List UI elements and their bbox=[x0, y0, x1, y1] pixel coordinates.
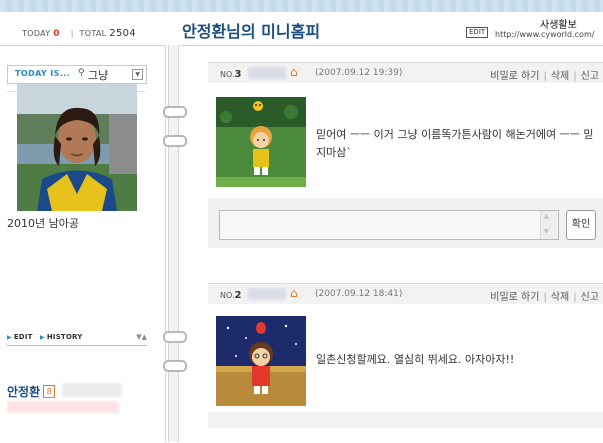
guestbook-entry-header: NO.2 ⌂ (2007.09.12 18:41) 비밀로 하기 | 삭제 | 신고 bbox=[208, 283, 603, 304]
edit-link-label: EDIT bbox=[13, 333, 33, 341]
scroll-up-icon[interactable]: ▲ bbox=[544, 213, 549, 220]
delete-link[interactable]: 삭제 bbox=[551, 71, 569, 82]
delete-link[interactable]: 삭제 bbox=[551, 292, 569, 303]
scallop-pattern bbox=[0, 0, 603, 12]
entry-number: NO.3 bbox=[220, 69, 241, 80]
make-private-link[interactable]: 비밀로 하기 bbox=[490, 292, 539, 303]
entry-date: (2007.09.12 18:41) bbox=[315, 289, 403, 299]
guestbook-message: 믿어여 ㅡㅡ 이거 그냥 이름똑가튼사람이 해논거에여 ㅡㅡ 믿지마삼` bbox=[316, 128, 594, 159]
profile-edit-row: ▶ EDIT ▶ HISTORY ▼▲ bbox=[7, 333, 147, 346]
lightbulb-icon: ⚲ bbox=[78, 68, 85, 78]
counter-separator: | bbox=[70, 29, 74, 38]
minime-avatar bbox=[216, 316, 306, 406]
home-icon[interactable]: ⌂ bbox=[290, 65, 298, 79]
home-icon[interactable]: ⌂ bbox=[290, 286, 298, 300]
reply-scrollbar[interactable]: ▲ ▼ bbox=[540, 211, 557, 239]
arrow-right-icon: ▶ bbox=[7, 334, 12, 341]
scroll-down-icon[interactable]: ▼ bbox=[544, 228, 549, 235]
guestbook-entry-header: NO.3 ⌂ (2007.09.12 19:39) 비밀로 하기 | 삭제 | 신고 bbox=[208, 62, 603, 83]
today-is-label: TODAY IS... bbox=[15, 69, 71, 78]
total-count: 2504 bbox=[109, 28, 136, 39]
report-link[interactable]: 신고 bbox=[581, 71, 599, 82]
male-icon: 8 bbox=[43, 385, 56, 398]
blurred-info bbox=[7, 401, 119, 413]
entry-no-label: NO. bbox=[220, 70, 235, 79]
entry-no-value: 3 bbox=[234, 69, 242, 80]
binder-spine bbox=[168, 45, 179, 442]
top-decoration-band bbox=[0, 0, 603, 12]
blurred-author bbox=[248, 288, 286, 300]
edit-link[interactable]: ▶ EDIT bbox=[7, 333, 33, 341]
total-label: TOTAL bbox=[79, 29, 107, 38]
today-mood-selector[interactable]: TODAY IS... ⚲ 그냥 ▼ bbox=[7, 65, 147, 84]
user-name-row: 안정환 8 bbox=[7, 381, 56, 400]
blurred-info bbox=[62, 383, 122, 397]
profile-caption: 2010년 남아공 bbox=[7, 217, 79, 230]
mood-value: 그냥 bbox=[88, 69, 109, 82]
entry-actions: 비밀로 하기 | 삭제 | 신고 bbox=[490, 292, 599, 303]
arrow-right-icon: ▶ bbox=[40, 334, 45, 341]
minime-avatar bbox=[216, 97, 306, 187]
entry-footer bbox=[208, 412, 603, 428]
entry-date: (2007.09.12 19:39) bbox=[315, 68, 403, 78]
visit-counter: TODAY 0 | TOTAL 2504 bbox=[22, 28, 136, 39]
history-link[interactable]: ▶ HISTORY bbox=[40, 333, 83, 341]
entry-actions: 비밀로 하기 | 삭제 | 신고 bbox=[490, 71, 599, 82]
guestbook-message: 일촌신청할께요. 열심히 뛰세요. 아자아자!! bbox=[316, 353, 515, 366]
reply-input[interactable] bbox=[219, 210, 559, 240]
homepage-url-link[interactable]: http://www.cyworld.com/ bbox=[495, 30, 603, 39]
history-link-label: HISTORY bbox=[46, 333, 83, 341]
confirm-button[interactable]: 확인 bbox=[566, 210, 596, 240]
entry-no-label: NO. bbox=[220, 291, 235, 300]
blurred-author bbox=[248, 67, 286, 79]
user-name[interactable]: 안정환 bbox=[7, 385, 40, 399]
today-count: 0 bbox=[53, 29, 60, 39]
owner-name[interactable]: 사생활보 bbox=[540, 16, 603, 31]
report-link[interactable]: 신고 bbox=[581, 292, 599, 303]
collapse-arrows-icon[interactable]: ▼▲ bbox=[136, 333, 147, 341]
today-label: TODAY bbox=[22, 29, 51, 38]
entry-no-value: 2 bbox=[234, 290, 242, 301]
make-private-link[interactable]: 비밀로 하기 bbox=[490, 71, 539, 82]
entry-number: NO.2 bbox=[220, 290, 241, 301]
page-title[interactable]: 안정환님의 미니홈피 bbox=[182, 18, 320, 42]
chevron-down-icon[interactable]: ▼ bbox=[132, 69, 143, 80]
edit-button[interactable]: EDIT bbox=[466, 27, 489, 38]
profile-photo bbox=[17, 84, 137, 211]
